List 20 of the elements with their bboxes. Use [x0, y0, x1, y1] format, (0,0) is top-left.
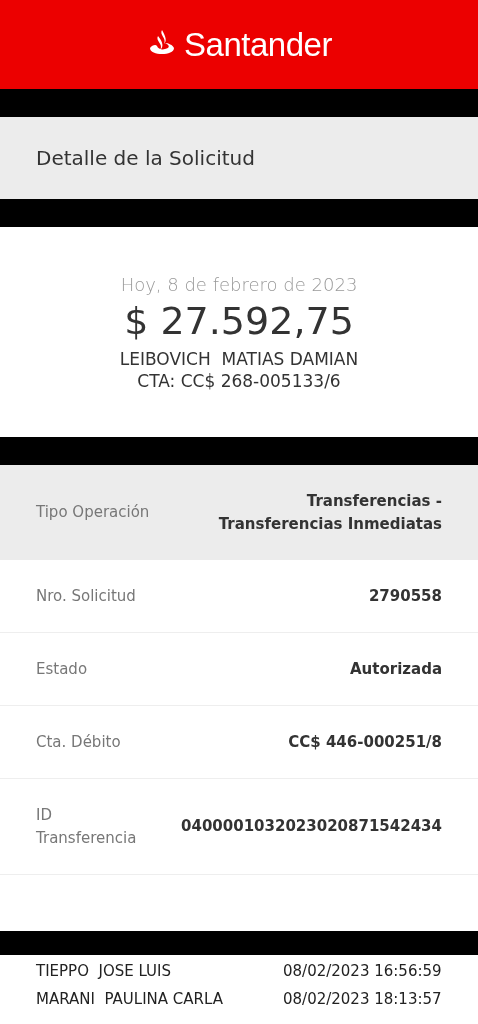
detail-value: CC$ 446-000251/8 — [288, 731, 442, 753]
brand-name: Santander — [184, 25, 332, 64]
beneficiary-name: LEIBOVICH MATIAS DAMIAN — [119, 348, 359, 369]
detail-value: 0400001032023020871542434 — [181, 816, 442, 838]
transfer-date: Hoy, 8 de febrero de 2023 — [120, 273, 358, 295]
transfer-amount: $ 27.592,75 — [124, 298, 354, 343]
signer-name: MARANI PAULINA CARLA — [36, 990, 224, 1008]
detail-value: Autorizada — [350, 658, 442, 680]
page-title: Detalle de la Solicitud — [0, 117, 478, 199]
signature-time: 08/02/2023 16:56:59 — [283, 962, 442, 980]
account-number: CTA: CC$ 268-005133/6 — [137, 370, 341, 391]
detail-label: Estado — [36, 658, 88, 680]
detail-label: Tipo Operación — [36, 502, 150, 524]
signature-time: 08/02/2023 18:13:57 — [283, 990, 442, 1008]
detail-value: 2790558 — [368, 585, 442, 607]
detail-label: ID Transferencia — [36, 805, 137, 849]
signer-name: TIEPPO JOSE LUIS — [36, 962, 173, 980]
detail-value: Transferencias - Transferencias Inmediatas — [218, 491, 442, 535]
detail-label: Cta. Débito — [36, 731, 121, 753]
detail-label: Nro. Solicitud — [36, 585, 136, 607]
